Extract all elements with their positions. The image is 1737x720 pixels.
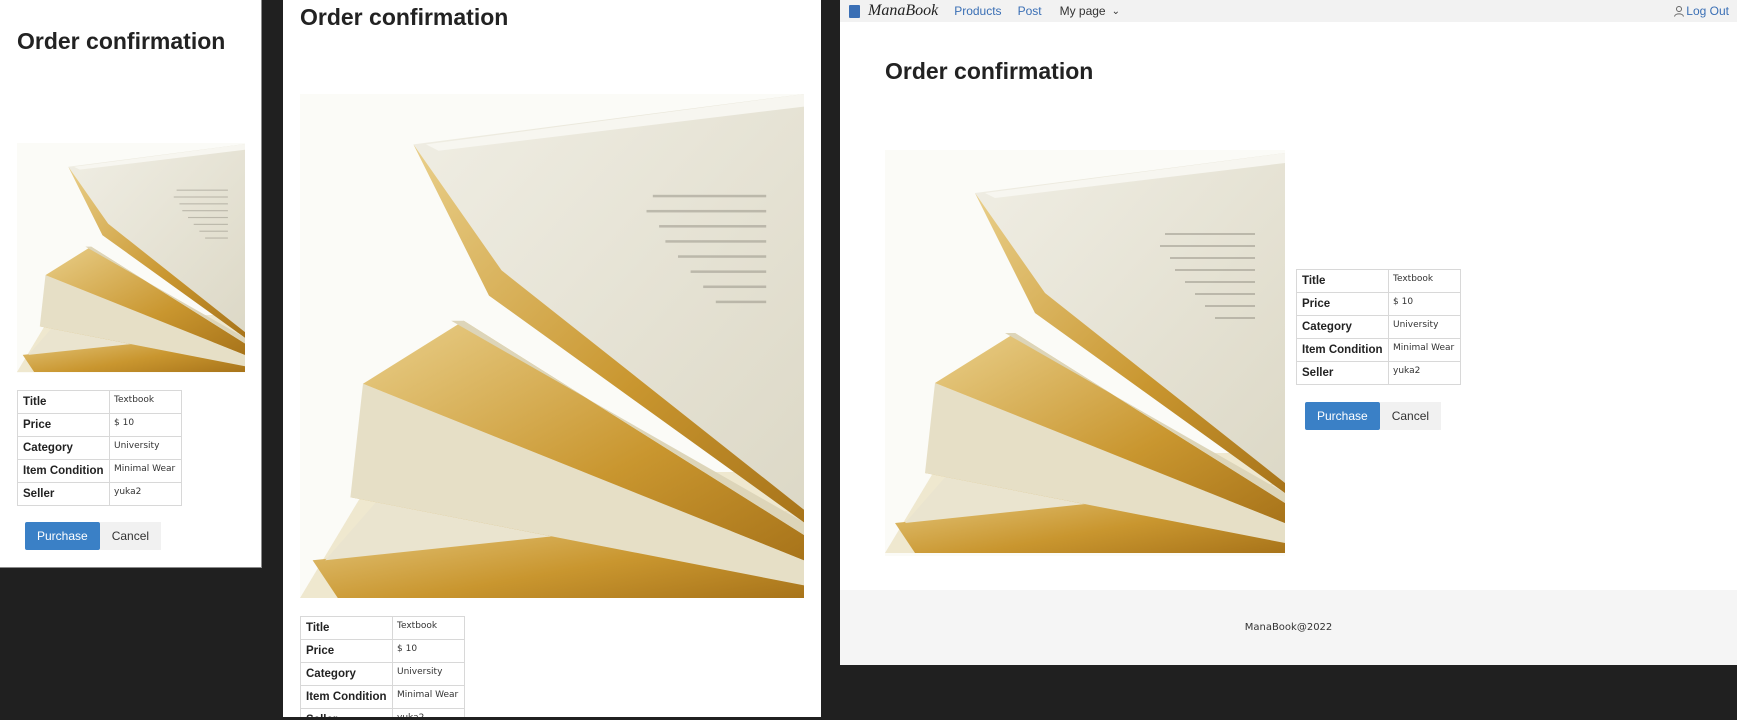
detail-value: $ 10: [109, 413, 182, 437]
detail-value: Minimal Wear: [392, 685, 465, 709]
detail-value: Textbook: [392, 616, 465, 640]
table-row: Selleryuka2: [17, 482, 182, 506]
product-image: [300, 94, 804, 598]
navbar: ManaBook Products Post My page ⌄ Log Out: [840, 0, 1737, 22]
action-buttons: Purchase Cancel: [25, 522, 162, 550]
my-page-dropdown[interactable]: My page ⌄: [1060, 4, 1120, 18]
detail-value: $ 10: [392, 639, 465, 663]
book-icon: [849, 4, 860, 18]
detail-value: Minimal Wear: [109, 459, 182, 483]
detail-label: Price: [300, 639, 393, 663]
product-image: [885, 150, 1285, 556]
detail-label: Price: [1296, 292, 1389, 316]
purchase-button[interactable]: Purchase: [25, 522, 100, 550]
page-title: Order confirmation: [17, 28, 226, 54]
cancel-button[interactable]: Cancel: [1379, 402, 1442, 430]
footer-text: ManaBook@2022: [1244, 622, 1333, 633]
table-row: Price $ 10: [17, 413, 182, 437]
desktop-view: ManaBook Products Post My page ⌄ Log Out…: [840, 0, 1737, 665]
product-details-table: Title Textbook Price $ 10 Category Universi…: [17, 390, 182, 506]
table-row: Title Textbook: [17, 390, 182, 414]
action-buttons: Purchase Cancel: [1305, 402, 1442, 430]
table-row: Selleryuka2: [300, 708, 465, 717]
detail-label: Seller: [300, 708, 393, 717]
table-row: Selleryuka2: [1296, 361, 1461, 385]
product-details-table: Title Textbook Price $ 10 Category Universi…: [300, 616, 465, 717]
user-icon: [1674, 5, 1685, 17]
product-image: [17, 143, 245, 373]
brand-name: ManaBook: [868, 2, 939, 19]
detail-value: yuka2: [109, 482, 182, 506]
detail-label: Seller: [1296, 361, 1389, 385]
detail-value: University: [1388, 315, 1461, 339]
page-title: Order confirmation: [300, 4, 509, 30]
table-row: Title Textbook: [300, 616, 465, 640]
table-row: Category University: [1296, 315, 1461, 339]
table-row: Item Condition Minimal Wear: [1296, 338, 1461, 362]
table-row: Price $ 10: [300, 639, 465, 663]
mobile-view: Order confirmation Title Textbook Price $ …: [0, 0, 262, 568]
detail-value: Textbook: [109, 390, 182, 414]
tablet-view: Order confirmation Title Textbook Price $ …: [283, 0, 821, 717]
cancel-button[interactable]: Cancel: [99, 522, 162, 550]
footer: ManaBook@2022: [840, 590, 1737, 665]
detail-label: Title: [17, 390, 110, 414]
chevron-down-icon: ⌄: [1111, 5, 1120, 17]
detail-label: Category: [17, 436, 110, 460]
logout-label: Log Out: [1686, 4, 1729, 18]
dropdown-label: My page: [1059, 4, 1106, 18]
detail-label: Item Condition: [1296, 338, 1389, 362]
detail-value: Textbook: [1388, 269, 1461, 293]
detail-value: University: [109, 436, 182, 460]
detail-label: Title: [1296, 269, 1389, 293]
detail-value: Minimal Wear: [1388, 338, 1461, 362]
page-title: Order confirmation: [885, 58, 1094, 84]
detail-label: Item Condition: [300, 685, 393, 709]
detail-value: University: [392, 662, 465, 686]
logout-link[interactable]: Log Out: [1674, 4, 1729, 18]
product-details-table: Title Textbook Price $ 10 Category Universi…: [1296, 269, 1461, 385]
nav-link-post[interactable]: Post: [1018, 4, 1042, 18]
purchase-button[interactable]: Purchase: [1305, 402, 1380, 430]
table-row: Category University: [17, 436, 182, 460]
nav-link-products[interactable]: Products: [954, 4, 1001, 18]
detail-label: Category: [1296, 315, 1389, 339]
brand-link[interactable]: ManaBook: [849, 2, 938, 20]
table-row: Category University: [300, 662, 465, 686]
detail-value: yuka2: [392, 708, 465, 717]
detail-label: Seller: [17, 482, 110, 506]
table-row: Title Textbook: [1296, 269, 1461, 293]
table-row: Item Condition Minimal Wear: [17, 459, 182, 483]
detail-value: yuka2: [1388, 361, 1461, 385]
table-row: Price $ 10: [1296, 292, 1461, 316]
table-row: Item Condition Minimal Wear: [300, 685, 465, 709]
detail-label: Item Condition: [17, 459, 110, 483]
detail-value: $ 10: [1388, 292, 1461, 316]
detail-label: Category: [300, 662, 393, 686]
detail-label: Title: [300, 616, 393, 640]
detail-label: Price: [17, 413, 110, 437]
